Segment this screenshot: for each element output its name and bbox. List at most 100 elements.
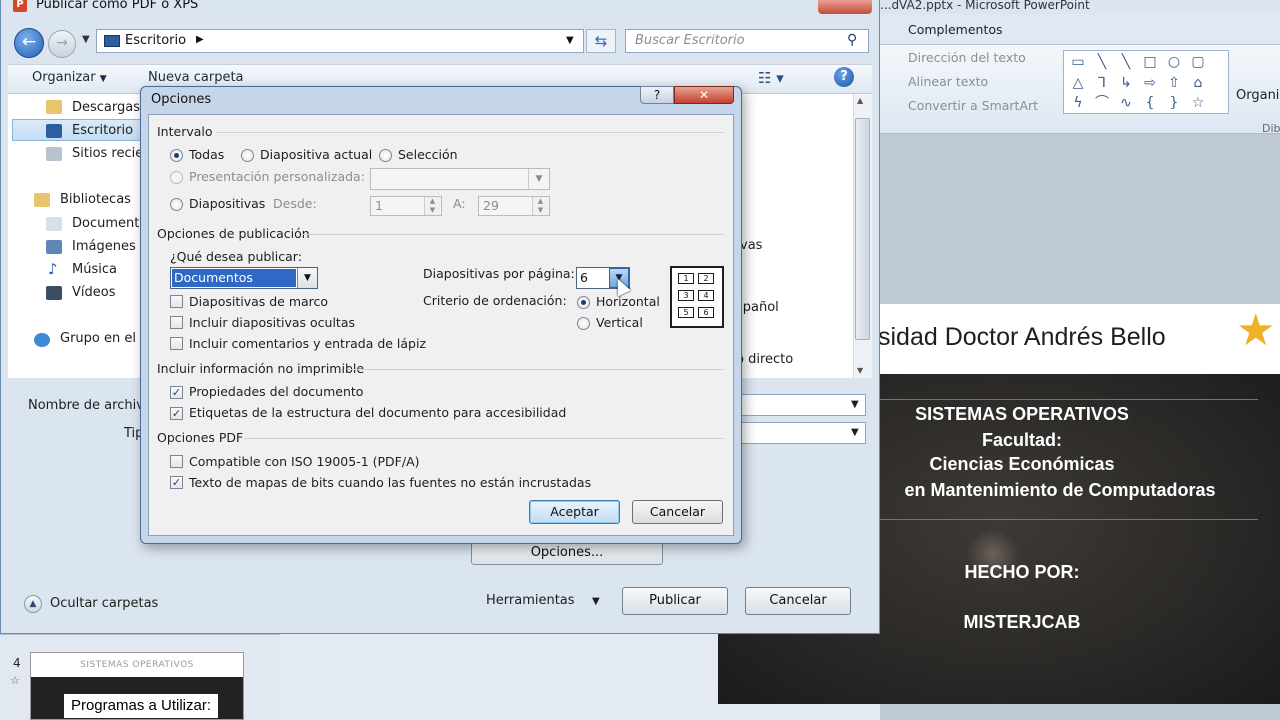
organize-button[interactable]: Organizar ▼ [32,70,107,85]
scrollbar-thumb[interactable] [855,118,870,340]
view-options-icon[interactable]: ☷ ▾ [758,69,784,87]
checkbox-comentarios[interactable] [170,337,183,350]
nav-item-descargas[interactable]: Descargas [72,100,140,115]
checkbox-mapas[interactable]: ✓ [170,476,183,489]
publish-close-button[interactable] [818,0,872,14]
radio-diapositiva-actual-label[interactable]: Diapositiva actual [260,147,372,162]
checkbox-propiedades[interactable]: ✓ [170,386,183,399]
checkbox-propiedades-label[interactable]: Propiedades del documento [189,384,363,399]
slides-per-page-value[interactable]: 6 [580,270,588,285]
forward-button[interactable]: → [48,30,76,58]
new-folder-button[interactable]: Nueva carpeta [148,70,244,85]
file-item-fragment[interactable]: vas [740,238,762,253]
checkbox-mapas-label[interactable]: Texto de mapas de bits cuando las fuente… [189,475,591,490]
sort-order-label: Criterio de ordenación: [423,293,567,308]
callout-shape-icon[interactable]: ⌂ [1186,73,1210,93]
rounded-rect-shape-icon[interactable]: ▢ [1186,52,1210,72]
line-shape-icon[interactable]: ╲ [1090,52,1114,72]
align-text-button[interactable]: Alinear texto [908,74,988,89]
tab-complementos[interactable]: Complementos [908,22,1003,37]
slide-header-text: sidad Doctor Andrés Bello [878,323,1166,351]
scroll-up-icon[interactable]: ▲ [857,96,863,105]
tools-dropdown-icon[interactable]: ▼ [592,596,600,607]
radio-vertical-label[interactable]: Vertical [596,315,643,330]
nav-item-documentos[interactable]: Document [72,216,139,231]
checkbox-marco[interactable] [170,295,183,308]
shapes-gallery[interactable]: ▭ ╲ ╲ □ ○ ▢ △ ⅂ ↳ ⇨ ⇧ ⌂ ϟ ⌒ ∿{} ☆ [1063,50,1229,114]
right-arrow-shape-icon[interactable]: ⇨ [1138,73,1162,93]
accept-button[interactable]: Aceptar [529,500,620,524]
nav-item-escritorio[interactable]: Escritorio [72,123,133,138]
nav-item-videos[interactable]: Vídeos [72,285,115,300]
brace-left-shape-icon[interactable]: { [1138,93,1162,113]
arrange-button[interactable]: Organi [1236,88,1279,103]
checkbox-ocultas-label[interactable]: Incluir diapositivas ocultas [189,315,355,330]
images-icon [46,240,62,254]
brace-right-shape-icon[interactable]: } [1162,93,1186,113]
checkbox-iso-label[interactable]: Compatible con ISO 19005-1 (PDF/A) [189,454,420,469]
custom-show-select [370,168,550,190]
radio-presentacion-personalizada-label: Presentación personalizada: [189,169,365,184]
rectangle-shape-icon[interactable]: □ [1138,52,1162,72]
checkbox-ocultas[interactable] [170,316,183,329]
cancel-publish-button[interactable]: Cancelar [745,587,851,615]
cancel-button[interactable]: Cancelar [632,500,723,524]
layout-cell: 5 [678,307,694,318]
search-icon[interactable]: ⚲ [847,32,857,48]
radio-horizontal[interactable] [577,296,590,309]
chevron-down-icon[interactable]: ▼ [297,268,317,288]
publish-what-value[interactable]: Documentos [172,269,296,287]
textbox-shape-icon[interactable]: ▭ [1066,52,1090,72]
radio-seleccion-label[interactable]: Selección [398,147,458,162]
options-help-button[interactable]: ? [640,86,674,104]
star-shape-icon[interactable]: ☆ [1186,93,1210,113]
up-arrow-shape-icon[interactable]: ⇧ [1162,73,1186,93]
lightning-shape-icon[interactable]: ϟ [1066,93,1090,113]
nav-item-imagenes[interactable]: Imágenes [72,239,136,254]
recent-locations-dropdown[interactable]: ▼ [82,34,90,45]
filetype-dropdown-icon[interactable]: ▼ [851,427,859,438]
nav-item-sitios[interactable]: Sitios recie [72,146,143,161]
hide-folders-button[interactable]: Ocultar carpetas [50,596,158,611]
file-item-fragment[interactable]: o directo [736,352,793,367]
checkbox-iso[interactable] [170,455,183,468]
checkbox-etiquetas[interactable]: ✓ [170,407,183,420]
triangle-shape-icon[interactable]: △ [1066,73,1090,93]
group-divider [348,369,724,370]
nav-item-grupo-hogar[interactable]: Grupo en el h [60,331,138,346]
address-text[interactable]: Escritorio [125,33,186,48]
breadcrumb-arrow-icon[interactable]: ▶ [196,34,204,45]
radio-todas[interactable] [170,149,183,162]
convert-smartart-button[interactable]: Convertir a SmartArt [908,98,1038,113]
radio-vertical[interactable] [577,317,590,330]
collapse-up-icon[interactable]: ▲ [24,595,42,613]
radio-seleccion[interactable] [379,149,392,162]
line2-shape-icon[interactable]: ╲ [1114,52,1138,72]
radio-diapositivas-label[interactable]: Diapositivas [189,196,265,211]
checkbox-comentarios-label[interactable]: Incluir comentarios y entrada de lápiz [189,336,426,351]
curve-shape-icon[interactable]: ∿ [1114,93,1138,113]
file-item-fragment[interactable]: spañol [736,300,779,315]
address-dropdown-icon[interactable]: ▼ [566,35,574,46]
radio-horizontal-label[interactable]: Horizontal [596,294,660,309]
checkbox-etiquetas-label[interactable]: Etiquetas de la estructura del documento… [189,405,566,420]
refresh-button[interactable]: ⇆ [586,29,616,53]
elbow-connector-icon[interactable]: ⅂ [1090,73,1114,93]
arc-shape-icon[interactable]: ⌒ [1090,93,1114,113]
options-close-button[interactable]: ✕ [674,86,734,104]
radio-diapositivas[interactable] [170,198,183,211]
nav-item-bibliotecas[interactable]: Bibliotecas [60,192,131,207]
tools-button[interactable]: Herramientas [486,593,575,608]
checkbox-marco-label[interactable]: Diapositivas de marco [189,294,328,309]
nav-item-musica[interactable]: Música [72,262,117,277]
help-icon[interactable]: ? [834,67,854,87]
publish-button[interactable]: Publicar [622,587,728,615]
elbow-arrow-icon[interactable]: ↳ [1114,73,1138,93]
scroll-down-icon[interactable]: ▼ [857,366,863,375]
radio-todas-label[interactable]: Todas [189,147,224,162]
radio-diapositiva-actual[interactable] [241,149,254,162]
oval-shape-icon[interactable]: ○ [1162,52,1186,72]
text-direction-button[interactable]: Dirección del texto [908,50,1026,65]
filename-dropdown-icon[interactable]: ▼ [851,399,859,410]
back-button[interactable]: ← [14,28,44,58]
